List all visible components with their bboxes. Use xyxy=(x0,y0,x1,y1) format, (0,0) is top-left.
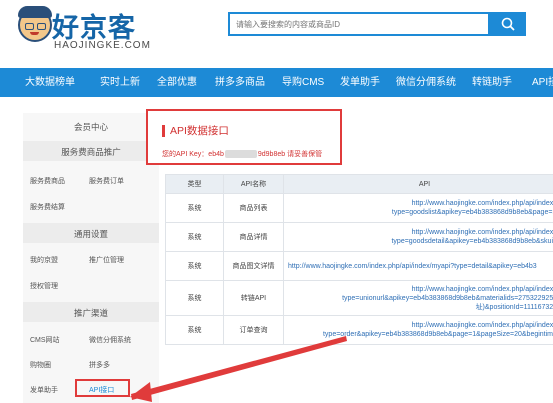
annotation-arrow-icon xyxy=(130,336,347,402)
